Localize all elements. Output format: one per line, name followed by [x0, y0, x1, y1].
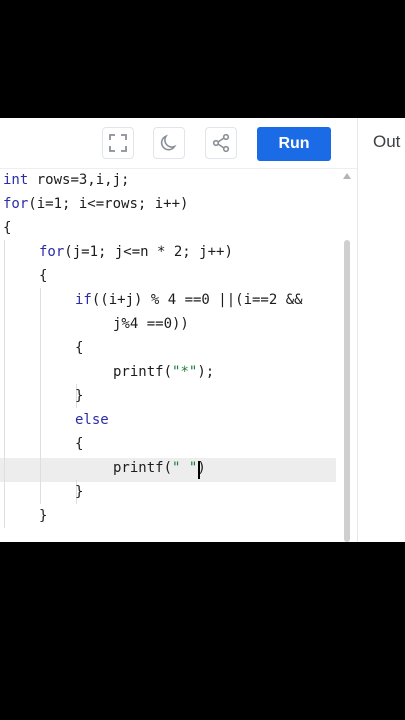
panel-divider[interactable]	[357, 118, 358, 542]
code-line[interactable]: {	[0, 264, 47, 288]
theme-toggle-button[interactable]	[153, 127, 185, 159]
string-literal: "*"	[172, 364, 198, 380]
code-editor-screen: Run Out int rows=3,i,j; for(i=1; i<=rows;…	[0, 118, 405, 542]
code-token: rows=3,i,j;	[28, 172, 130, 188]
keyword-token: if	[75, 292, 92, 308]
code-token: {	[75, 436, 84, 452]
code-token: }	[39, 508, 48, 524]
toolbar: Run Out	[0, 118, 405, 168]
code-line[interactable]: if((i+j) % 4 ==0 ||(i==2 &&	[0, 288, 303, 312]
keyword-token: else	[75, 412, 109, 428]
share-icon	[212, 133, 230, 153]
moon-icon	[160, 134, 177, 151]
code-token: (j=1; j<=n * 2; j++)	[64, 244, 233, 260]
keyword-token: for	[39, 244, 65, 260]
code-line[interactable]: j%4 ==0))	[0, 312, 189, 336]
code-line[interactable]: printf(" ")	[0, 456, 206, 480]
code-line[interactable]: {	[0, 216, 11, 240]
code-line[interactable]: }	[0, 480, 83, 504]
code-token: }	[75, 388, 84, 404]
code-token: ((i+j) % 4 ==0 ||(i==2 &&	[91, 292, 303, 308]
code-token: {	[39, 268, 48, 284]
code-token: )	[197, 460, 206, 476]
editor-scrollbar-thumb[interactable]	[344, 240, 350, 542]
share-button[interactable]	[205, 127, 237, 159]
string-literal: " "	[172, 460, 198, 476]
code-line[interactable]: for(i=1; i<=rows; i++)	[0, 192, 188, 216]
code-token: }	[75, 484, 84, 500]
code-line[interactable]: }	[0, 384, 83, 408]
code-line[interactable]: {	[0, 432, 83, 456]
keyword-token: for	[3, 196, 29, 212]
run-button[interactable]: Run	[257, 127, 331, 161]
keyword-token: int	[3, 172, 29, 188]
code-line[interactable]: else	[0, 408, 109, 432]
fullscreen-button[interactable]	[102, 127, 134, 159]
code-token: {	[3, 220, 12, 236]
code-token: printf(	[113, 364, 173, 380]
fullscreen-icon	[109, 134, 127, 152]
code-token: (i=1; i<=rows; i++)	[28, 196, 189, 212]
code-line[interactable]: {	[0, 336, 83, 360]
code-token: {	[75, 340, 84, 356]
code-token: );	[197, 364, 215, 380]
code-line[interactable]: for(j=1; j<=n * 2; j++)	[0, 240, 233, 264]
code-token: j%4 ==0))	[113, 316, 189, 332]
scroll-up-arrow-icon[interactable]	[343, 173, 351, 179]
code-line[interactable]: printf("*");	[0, 360, 214, 384]
code-line[interactable]: }	[0, 504, 47, 528]
code-editor[interactable]: int rows=3,i,j; for(i=1; i<=rows; i++){fo…	[0, 168, 352, 542]
output-tab[interactable]: Out	[373, 132, 400, 152]
code-token: printf(	[113, 460, 173, 476]
code-line[interactable]: int rows=3,i,j;	[0, 168, 129, 192]
